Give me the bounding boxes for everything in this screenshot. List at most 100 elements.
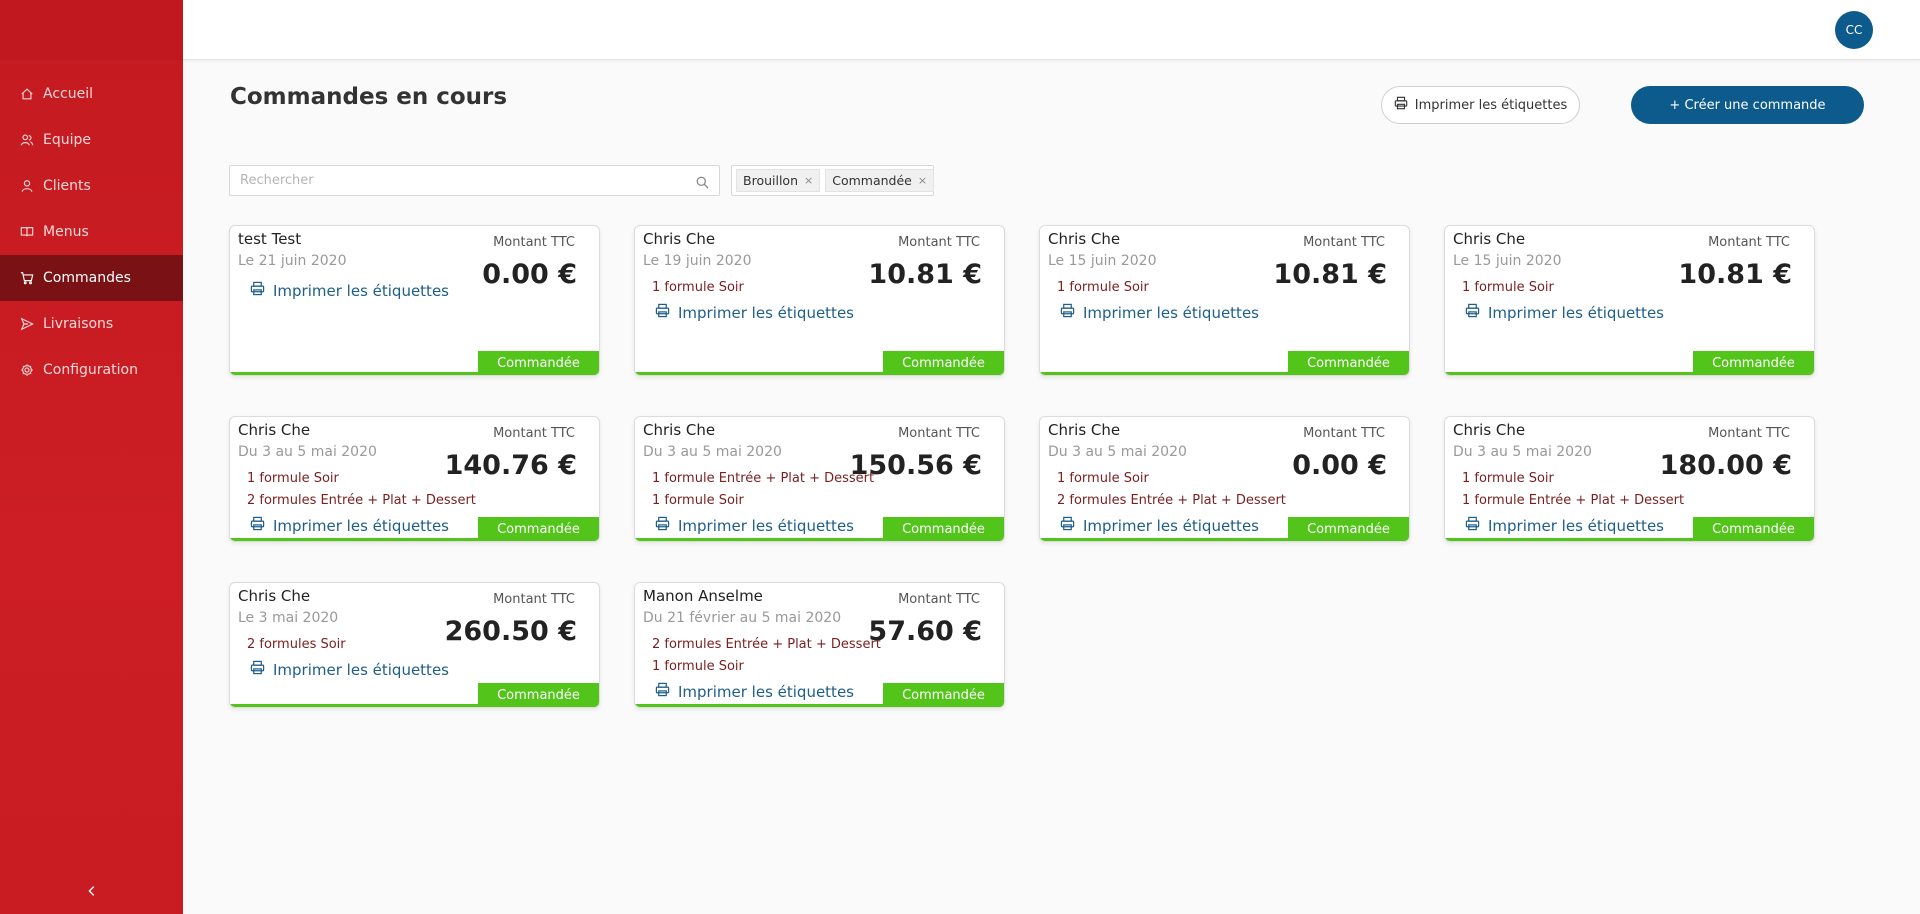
- amount-value: 10.81 €: [1273, 259, 1387, 290]
- customer-name: Chris Che: [643, 230, 716, 248]
- order-lines: 1 formule Soir 2 formules Entrée + Plat +…: [1057, 468, 1286, 512]
- order-line: 1 formule Soir: [1057, 280, 1149, 295]
- order-lines: 1 formule Soir: [1057, 277, 1149, 299]
- close-icon[interactable]: ×: [918, 174, 927, 187]
- order-card[interactable]: Chris Che Le 19 juin 2020 1 formule Soir Im…: [634, 225, 1005, 376]
- order-lines: 1 formule Soir: [652, 277, 744, 299]
- sidebar: Accueil Equipe Clients Menus Commandes L…: [0, 0, 183, 914]
- print-labels-link[interactable]: Imprimer les étiquettes: [655, 682, 854, 701]
- amount-label: Montant TTC: [898, 592, 980, 607]
- gear-icon: [20, 363, 34, 377]
- print-labels-link[interactable]: Imprimer les étiquettes: [1465, 516, 1664, 535]
- sidebar-item-commandes[interactable]: Commandes: [0, 255, 183, 301]
- status-badge: Commandée: [478, 517, 599, 541]
- printer-icon: [1394, 96, 1415, 114]
- status-tag-label: Commandée: [832, 173, 912, 188]
- order-card[interactable]: test Test Le 21 juin 2020 Imprimer les éti…: [229, 225, 600, 376]
- cart-icon: [20, 271, 34, 285]
- order-date: Du 3 au 5 mai 2020: [1453, 444, 1592, 460]
- order-line: 1 formule Soir: [1462, 471, 1554, 486]
- sidebar-brand: [0, 0, 183, 60]
- print-labels-link[interactable]: Imprimer les étiquettes: [1060, 516, 1259, 535]
- print-labels-link-label: Imprimer les étiquettes: [273, 516, 449, 535]
- status-badge: Commandée: [1693, 351, 1814, 375]
- search-icon[interactable]: [696, 174, 709, 189]
- search-input[interactable]: [230, 166, 670, 195]
- order-line: 1 formule Soir: [247, 471, 339, 486]
- order-lines: 1 formule Entrée + Plat + Dessert 1 formu…: [652, 468, 874, 512]
- sidebar-item-label: Accueil: [43, 86, 93, 102]
- print-labels-link[interactable]: Imprimer les étiquettes: [1465, 303, 1664, 322]
- amount-label: Montant TTC: [898, 235, 980, 250]
- order-card[interactable]: Chris Che Du 3 au 5 mai 2020 1 formule Soi…: [1039, 416, 1410, 542]
- order-card[interactable]: Chris Che Du 3 au 5 mai 2020 1 formule Ent…: [634, 416, 1005, 542]
- print-labels-link[interactable]: Imprimer les étiquettes: [1060, 303, 1259, 322]
- customer-name: test Test: [238, 230, 302, 248]
- print-labels-link[interactable]: Imprimer les étiquettes: [655, 303, 854, 322]
- amount-value: 10.81 €: [868, 259, 982, 290]
- sidebar-item-livraisons[interactable]: Livraisons: [0, 301, 183, 347]
- status-badge: Commandée: [1288, 351, 1409, 375]
- status-badge: Commandée: [883, 351, 1004, 375]
- customer-name: Manon Anselme: [643, 587, 763, 605]
- print-labels-link-label: Imprimer les étiquettes: [678, 682, 854, 701]
- amount-label: Montant TTC: [493, 235, 575, 250]
- order-lines: 1 formule Soir 2 formules Entrée + Plat +…: [247, 468, 476, 512]
- order-lines: 1 formule Soir 1 formule Entrée + Plat + …: [1462, 468, 1684, 512]
- print-labels-button-label: Imprimer les étiquettes: [1414, 97, 1568, 113]
- book-icon: [20, 225, 34, 239]
- order-card[interactable]: Chris Che Le 15 juin 2020 1 formule Soir Im…: [1039, 225, 1410, 376]
- print-labels-link-label: Imprimer les étiquettes: [1083, 303, 1259, 322]
- order-lines: 1 formule Soir: [1462, 277, 1554, 299]
- status-badge: Commandée: [478, 351, 599, 375]
- customer-name: Chris Che: [643, 421, 716, 439]
- print-labels-link[interactable]: Imprimer les étiquettes: [250, 660, 449, 679]
- order-line: 1 formule Soir: [1057, 471, 1149, 486]
- sidebar-item-accueil[interactable]: Accueil: [0, 71, 183, 117]
- order-card[interactable]: Chris Che Du 3 au 5 mai 2020 1 formule Soi…: [1444, 416, 1815, 542]
- status-badge: Commandée: [1288, 517, 1409, 541]
- print-labels-link[interactable]: Imprimer les étiquettes: [250, 281, 449, 300]
- amount-label: Montant TTC: [493, 592, 575, 607]
- amount-value: 10.81 €: [1678, 259, 1792, 290]
- sidebar-item-label: Menus: [43, 224, 89, 240]
- printer-icon: [655, 516, 678, 535]
- customer-name: Chris Che: [1453, 230, 1526, 248]
- printer-icon: [1060, 516, 1083, 535]
- print-labels-link-label: Imprimer les étiquettes: [1488, 516, 1664, 535]
- topbar: CC: [183, 0, 1920, 60]
- order-card[interactable]: Chris Che Le 15 juin 2020 1 formule Soir Im…: [1444, 225, 1815, 376]
- close-icon[interactable]: ×: [804, 174, 813, 187]
- user-icon: [20, 179, 34, 193]
- print-labels-link[interactable]: Imprimer les étiquettes: [655, 516, 854, 535]
- create-order-button[interactable]: + Créer une commande: [1631, 86, 1864, 124]
- sidebar-item-configuration[interactable]: Configuration: [0, 347, 183, 393]
- sidebar-item-label: Livraisons: [43, 316, 114, 332]
- avatar[interactable]: CC: [1835, 11, 1873, 49]
- order-date: Du 3 au 5 mai 2020: [643, 444, 782, 460]
- search-box: [229, 165, 720, 196]
- sidebar-item-menus[interactable]: Menus: [0, 209, 183, 255]
- printer-icon: [250, 660, 273, 679]
- sidebar-item-label: Equipe: [43, 132, 91, 148]
- sidebar-item-equipe[interactable]: Equipe: [0, 117, 183, 163]
- page-title: Commandes en cours: [230, 84, 508, 110]
- order-date: Du 21 février au 5 mai 2020: [643, 610, 842, 626]
- print-labels-link[interactable]: Imprimer les étiquettes: [250, 516, 449, 535]
- sidebar-collapse-button[interactable]: [0, 883, 183, 902]
- amount-value: 260.50 €: [444, 616, 577, 647]
- order-line: 2 formules Entrée + Plat + Dessert: [652, 637, 881, 652]
- customer-name: Chris Che: [1048, 230, 1121, 248]
- order-card[interactable]: Chris Che Du 3 au 5 mai 2020 1 formule Soi…: [229, 416, 600, 542]
- order-card[interactable]: Chris Che Le 3 mai 2020 2 formules Soir Imp…: [229, 582, 600, 708]
- amount-value: 0.00 €: [1292, 450, 1387, 481]
- print-labels-link-label: Imprimer les étiquettes: [1083, 516, 1259, 535]
- print-labels-button[interactable]: Imprimer les étiquettes: [1381, 86, 1580, 124]
- order-lines: 2 formules Soir: [247, 634, 346, 656]
- print-labels-link-label: Imprimer les étiquettes: [1488, 303, 1664, 322]
- status-filter-select[interactable]: Brouillon × Commandée ×: [731, 165, 935, 196]
- sidebar-item-clients[interactable]: Clients: [0, 163, 183, 209]
- amount-value: 180.00 €: [1659, 450, 1792, 481]
- order-card[interactable]: Manon Anselme Du 21 février au 5 mai 2020…: [634, 582, 1005, 708]
- customer-name: Chris Che: [238, 421, 311, 439]
